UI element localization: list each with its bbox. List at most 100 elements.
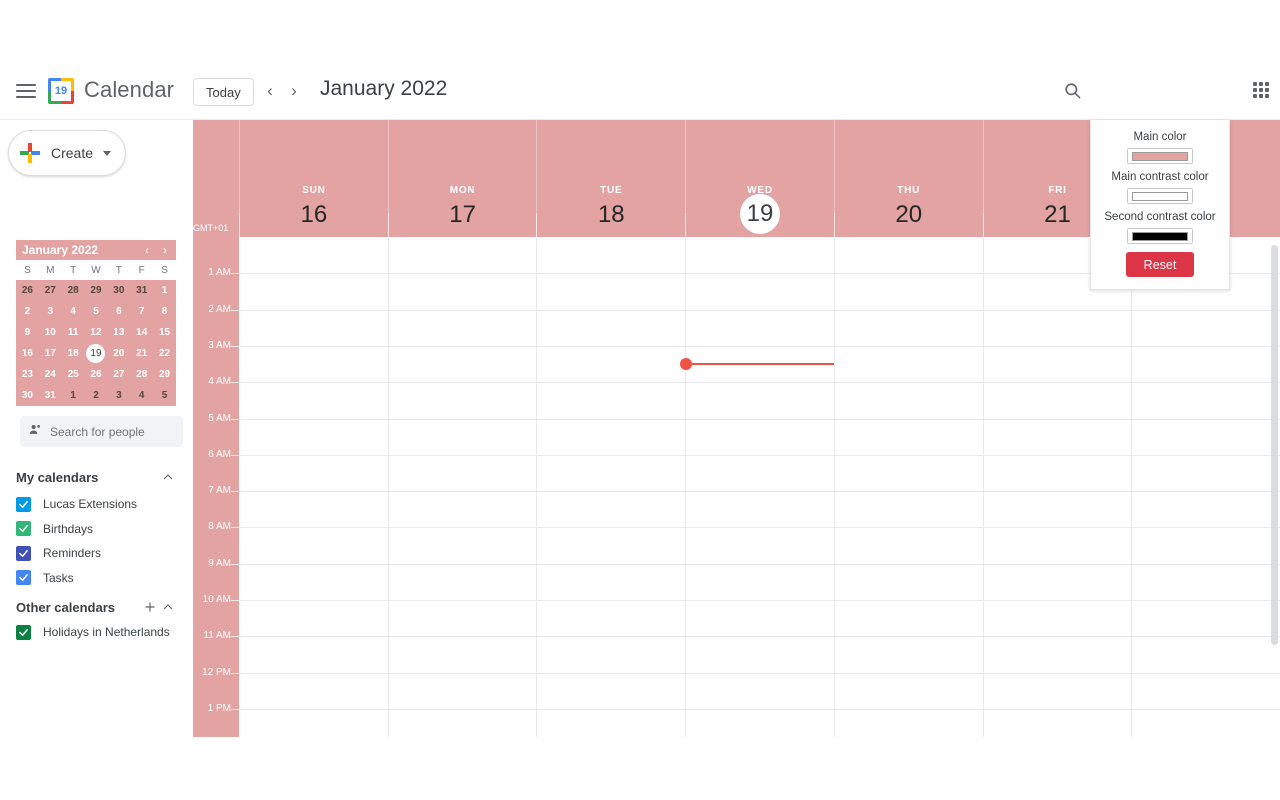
calendar-list-item[interactable]: Holidays in Netherlands — [16, 620, 186, 644]
mini-calendar-day[interactable]: 28 — [130, 364, 153, 385]
mini-calendar-day[interactable]: 3 — [39, 301, 62, 322]
hour-gridline — [239, 382, 1280, 384]
day-number[interactable]: 16 — [240, 200, 388, 230]
mini-calendar-day[interactable]: 2 — [85, 385, 108, 406]
calendar-checkbox[interactable] — [16, 496, 31, 512]
day-column[interactable]: MON 17 — [387, 120, 537, 237]
mini-calendar-day[interactable]: 29 — [153, 364, 176, 385]
calendar-list-item[interactable]: Tasks — [16, 566, 186, 590]
day-number[interactable]: 20 — [835, 200, 983, 230]
mini-calendar-day[interactable]: 3 — [107, 385, 130, 406]
mini-calendar-day[interactable]: 27 — [39, 280, 62, 301]
hour-label: 5 AM — [208, 412, 231, 424]
grid-scroll-body[interactable]: 1 AM 2 AM 3 AM 4 AM 5 AM 6 AM 7 AM 8 AM 9 AM 10 A… — [193, 237, 1280, 737]
mini-calendar-day[interactable]: 14 — [130, 322, 153, 343]
mini-calendar-today[interactable]: 19 — [85, 343, 108, 364]
my-calendars-header[interactable]: My calendars — [16, 465, 177, 489]
mini-calendar-day[interactable]: 26 — [85, 364, 108, 385]
calendar-checkbox[interactable] — [16, 570, 31, 585]
mini-calendar-day[interactable]: 18 — [62, 343, 85, 364]
day-column-today[interactable]: WED 19 — [685, 120, 834, 237]
day-column[interactable]: THU 20 — [833, 120, 983, 237]
calendar-checkbox[interactable] — [16, 545, 31, 561]
mini-calendar-day[interactable]: 13 — [107, 322, 130, 343]
today-button[interactable]: Today — [193, 78, 254, 106]
second-contrast-color-label: Second contrast color — [1104, 211, 1216, 223]
mini-calendar-day[interactable]: 10 — [39, 322, 62, 343]
mini-calendar-day[interactable]: 31 — [39, 385, 62, 406]
mini-calendar-day[interactable]: 30 — [107, 280, 130, 301]
main-color-swatch[interactable] — [1127, 148, 1193, 164]
main-color-value — [1132, 151, 1188, 161]
day-of-week-label: SUN — [302, 185, 326, 196]
column-gridline — [536, 237, 538, 737]
my-calendars-title: My calendars — [16, 469, 99, 485]
mini-calendar-day[interactable]: 22 — [153, 343, 176, 364]
day-number[interactable]: 18 — [537, 200, 685, 230]
calendar-checkbox[interactable] — [16, 521, 31, 536]
mini-calendar-day[interactable]: 16 — [16, 343, 39, 364]
main-contrast-color-swatch[interactable] — [1127, 188, 1193, 204]
mini-calendar-day[interactable]: 9 — [16, 322, 39, 343]
mini-calendar-day[interactable]: 24 — [39, 364, 62, 385]
day-number[interactable]: 17 — [389, 200, 537, 230]
mini-calendar-day[interactable]: 5 — [85, 301, 108, 322]
day-number[interactable]: 19 — [740, 194, 781, 234]
mini-calendar-day[interactable]: 8 — [153, 301, 176, 322]
mini-calendar-day[interactable]: 17 — [39, 343, 62, 364]
mini-calendar-day[interactable]: 26 — [16, 280, 39, 301]
second-contrast-color-swatch[interactable] — [1127, 228, 1193, 244]
mini-calendar-day[interactable]: 11 — [62, 322, 85, 343]
mini-calendar-day[interactable]: 28 — [62, 280, 85, 301]
mini-prev-month-icon[interactable]: ‹ — [138, 241, 156, 259]
mini-calendar-day[interactable]: 29 — [85, 280, 108, 301]
day-column[interactable]: SUN 16 — [239, 120, 388, 237]
apps-dot — [1253, 88, 1257, 92]
mini-calendar-day[interactable]: 21 — [130, 343, 153, 364]
second-contrast-color-value — [1132, 231, 1188, 241]
calendar-list-item[interactable]: Reminders — [16, 541, 186, 565]
column-divider — [387, 213, 389, 237]
mini-calendar-day[interactable]: 25 — [62, 364, 85, 385]
mini-calendar-day[interactable]: 1 — [153, 280, 176, 301]
mini-calendar-day[interactable]: 12 — [85, 322, 108, 343]
calendar-checkbox[interactable] — [16, 624, 31, 640]
create-button[interactable]: Create — [8, 130, 127, 176]
mini-calendar-day[interactable]: 30 — [16, 385, 39, 406]
chevron-up-icon[interactable] — [159, 468, 177, 486]
mini-calendar-day[interactable]: 23 — [16, 364, 39, 385]
search-people-input[interactable]: Search for people — [20, 416, 183, 447]
reset-button[interactable]: Reset — [1126, 252, 1194, 277]
apps-grid-icon[interactable] — [1247, 76, 1275, 104]
calendar-logo-icon[interactable]: 19 — [48, 78, 74, 104]
main-contrast-color-value — [1132, 191, 1188, 201]
mini-calendar-day[interactable]: 4 — [130, 385, 153, 406]
other-calendars-header[interactable]: Other calendars — [16, 595, 177, 619]
mini-calendar-day[interactable]: 4 — [62, 301, 85, 322]
apps-dot — [1253, 82, 1257, 86]
apps-dot — [1265, 82, 1269, 86]
add-calendar-icon[interactable] — [141, 598, 159, 616]
mini-calendar-day[interactable]: 7 — [130, 301, 153, 322]
hamburger-icon[interactable] — [16, 80, 36, 100]
mini-calendar-day[interactable]: 6 — [107, 301, 130, 322]
mini-calendar-day[interactable]: 2 — [16, 301, 39, 322]
next-period-icon[interactable]: › — [281, 78, 307, 104]
mini-calendar: January 2022 ‹ › SMTWTFS 26 27 28 29 30 31 1 2 3… — [16, 240, 176, 406]
mini-calendar-day[interactable]: 1 — [62, 385, 85, 406]
mini-calendar-day[interactable]: 5 — [153, 385, 176, 406]
mini-calendar-day[interactable]: 20 — [107, 343, 130, 364]
mini-calendar-day[interactable]: 15 — [153, 322, 176, 343]
main-color-label: Main color — [1133, 131, 1187, 143]
day-column[interactable]: TUE 18 — [536, 120, 685, 237]
mini-calendar-day[interactable]: 27 — [107, 364, 130, 385]
vertical-scrollbar[interactable] — [1271, 245, 1278, 645]
chevron-up-icon[interactable] — [159, 598, 177, 616]
calendar-list-item[interactable]: Birthdays — [16, 517, 186, 541]
previous-period-icon[interactable]: ‹ — [257, 78, 283, 104]
hour-tick — [231, 600, 239, 601]
mini-next-month-icon[interactable]: › — [156, 241, 174, 259]
mini-calendar-day[interactable]: 31 — [130, 280, 153, 301]
calendar-list-item[interactable]: Lucas Extensions — [16, 492, 186, 516]
search-icon[interactable] — [1058, 76, 1086, 104]
